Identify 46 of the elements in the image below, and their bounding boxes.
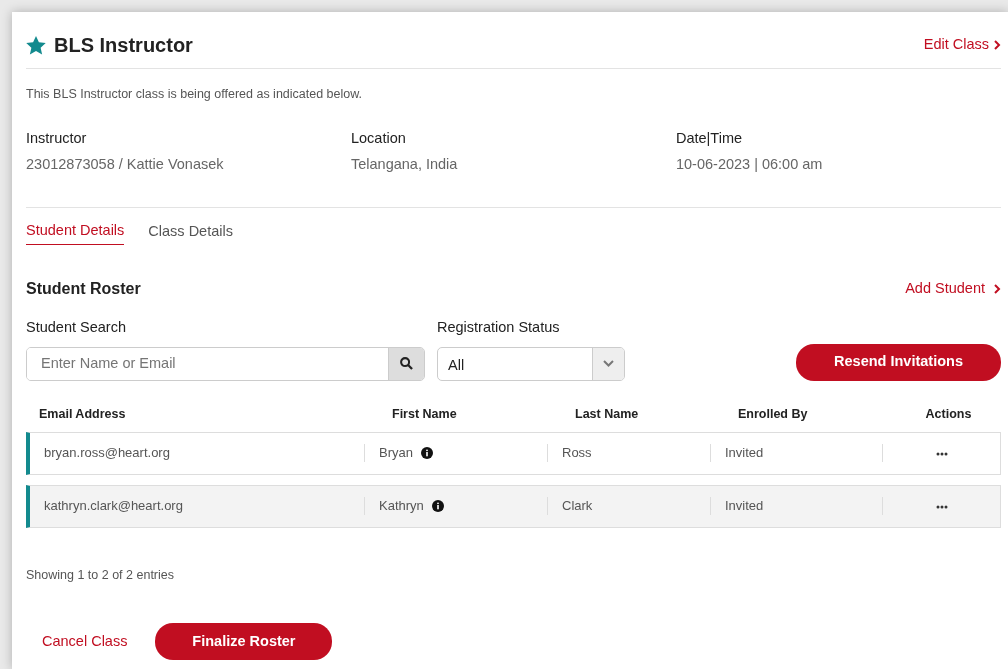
column-header: First Name <box>391 405 458 423</box>
field-label: Instructor <box>26 128 88 148</box>
add-student-link[interactable]: Add Student <box>905 278 1001 300</box>
table-cell: Invited <box>711 497 883 515</box>
star-icon <box>26 35 46 55</box>
column-header: Enrolled By <box>737 405 809 423</box>
field-value: Telangana, India <box>351 154 459 174</box>
table-cell: Invited <box>711 444 883 462</box>
info-icon[interactable] <box>420 447 433 459</box>
tab[interactable]: Student Details <box>26 220 125 245</box>
resend-invitations-button[interactable]: Resend Invitations <box>796 343 1001 381</box>
info-icon[interactable] <box>431 500 444 512</box>
field-value: 10-06-2023 | 06:00 am <box>675 154 824 174</box>
chevron-icon <box>993 40 1001 50</box>
column-header: Last Name <box>574 405 640 423</box>
table-cell: Bryan <box>379 444 413 462</box>
search-field[interactable]: Enter Name or Email <box>26 346 425 381</box>
more-icon[interactable] <box>935 451 948 456</box>
table-cell: bryan.ross@heart.org <box>30 444 365 462</box>
cancel-class-link[interactable]: Cancel Class <box>42 630 128 653</box>
table-cell: Ross <box>548 444 711 462</box>
table-row[interactable]: bryan.ross@heart.org Bryan Ross Invited <box>26 431 1001 475</box>
caret-icon <box>603 360 614 368</box>
field-label: Registration Status <box>437 318 561 337</box>
status-dropdown[interactable]: All <box>437 346 625 381</box>
entries-info: Showing 1 to 2 of 2 entries <box>26 566 175 584</box>
table-cell: Clark <box>548 497 711 515</box>
search-button[interactable] <box>388 347 424 380</box>
search-icon <box>400 357 413 371</box>
field-label: Location <box>351 128 407 148</box>
table-cell: kathryn.clark@heart.org <box>30 497 365 515</box>
description-text: This BLS Instructor class is being offered as indicated below. <box>26 86 364 103</box>
field-value: 23012873058 / Kattie Vonasek <box>26 154 225 174</box>
edit-class-link[interactable]: Edit Class <box>923 34 1001 56</box>
section-title: Student Roster <box>26 279 141 299</box>
card-title: BLS Instructor <box>54 33 193 58</box>
tab[interactable]: Class Details <box>148 220 233 245</box>
finalize-roster-button[interactable]: Finalize Roster <box>155 623 333 661</box>
column-header: Actions <box>924 405 973 423</box>
field-label: Date|Time <box>675 128 744 148</box>
table-cell: Kathryn <box>379 497 424 515</box>
field-label: Student Search <box>26 318 127 337</box>
more-icon[interactable] <box>935 504 948 509</box>
chevron-icon <box>993 284 1001 294</box>
table-row[interactable]: kathryn.clark@heart.org Kathryn Clark Invited <box>26 484 1001 528</box>
column-header: Email Address <box>39 405 127 423</box>
